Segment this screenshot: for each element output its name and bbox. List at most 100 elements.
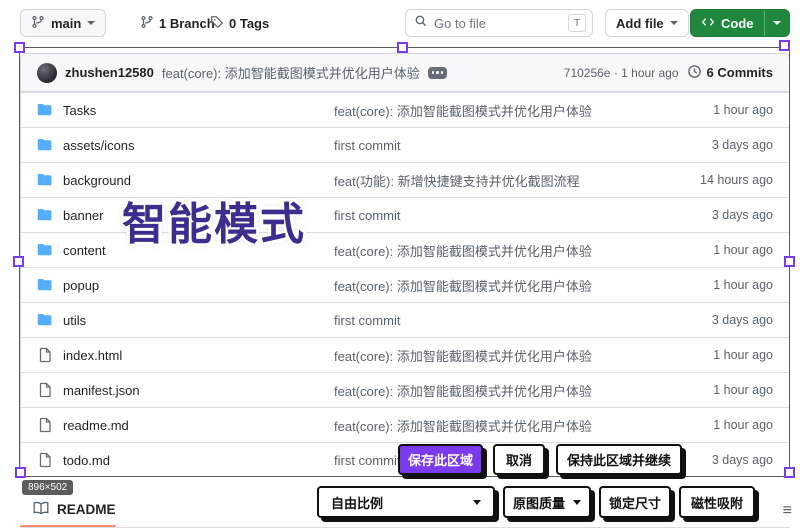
code-dropdown[interactable] [763, 10, 789, 36]
row-commit-message[interactable]: feat(功能): 新增快捷键支持并优化截图流程 [334, 171, 678, 190]
annotation-text: 智能模式 [122, 200, 306, 249]
commits-count-label: 6 Commits [706, 65, 773, 80]
file-name-link[interactable]: background [63, 173, 131, 188]
code-label: Code [721, 15, 754, 31]
file-icon [39, 417, 51, 433]
book-icon [33, 500, 49, 519]
folder-icon [37, 139, 52, 151]
tags-label: 0 Tags [229, 16, 270, 31]
chevron-down-icon [772, 21, 781, 25]
table-row[interactable]: popup feat(core): 添加智能截图模式并优化用户体验 1 hour… [21, 267, 789, 302]
selection-handle-left-middle[interactable] [13, 256, 24, 267]
outline-menu-icon[interactable]: ≡ [783, 502, 792, 520]
go-to-file-search[interactable]: T [405, 9, 593, 37]
code-button[interactable]: Code [690, 9, 790, 37]
cancel-button[interactable]: 取消 [493, 444, 545, 475]
row-commit-time: 1 hour ago [713, 348, 773, 362]
row-commit-message[interactable]: first commit [334, 138, 678, 153]
keyboard-shortcut-badge: T [568, 14, 586, 32]
row-commit-time: 3 days ago [711, 138, 773, 152]
image-quality-value: 原图质量 [512, 495, 565, 511]
row-commit-time: 1 hour ago [713, 278, 773, 292]
latest-commit-bar: zhushen12580 feat(core): 添加智能截图模式并优化用户体验… [21, 54, 789, 92]
folder-icon [37, 174, 52, 186]
row-commit-time: 3 days ago [711, 313, 773, 327]
selection-handle-bottom-right[interactable] [784, 467, 795, 478]
file-icon [39, 347, 51, 363]
lock-size-button[interactable]: 锁定尺寸 [599, 486, 671, 518]
commit-expand-ellipsis[interactable] [427, 66, 448, 79]
row-commit-time: 1 hour ago [713, 103, 773, 117]
chevron-down-icon [573, 499, 581, 505]
add-file-label: Add file [616, 15, 664, 31]
file-name-link[interactable]: banner [63, 208, 103, 223]
row-commit-message[interactable]: feat(core): 添加智能截图模式并优化用户体验 [334, 346, 678, 365]
row-commit-message[interactable]: feat(core): 添加智能截图模式并优化用户体验 [334, 416, 678, 435]
selection-handle-top-left[interactable] [14, 42, 25, 53]
git-branch-icon [31, 15, 45, 32]
file-name-link[interactable]: manifest.json [63, 383, 140, 398]
folder-icon [37, 279, 52, 291]
table-row[interactable]: utils first commit 3 days ago [21, 302, 789, 337]
row-commit-time: 3 days ago [711, 453, 773, 467]
selection-size-badge: 896×502 [22, 480, 74, 495]
row-commit-time: 1 hour ago [713, 383, 773, 397]
aspect-ratio-select[interactable]: 自由比例 [317, 486, 495, 518]
branches-link[interactable]: 1 Branch [140, 15, 215, 32]
commit-author-link[interactable]: zhushen12580 [65, 65, 154, 80]
file-icon [39, 452, 51, 468]
table-row[interactable]: readme.md feat(core): 添加智能截图模式并优化用户体验 1 … [21, 407, 789, 442]
file-name-link[interactable]: todo.md [63, 453, 110, 468]
file-table: zhushen12580 feat(core): 添加智能截图模式并优化用户体验… [20, 53, 790, 477]
file-name-link[interactable]: index.html [63, 348, 122, 363]
selection-handle-bottom-left[interactable] [15, 467, 26, 478]
aspect-ratio-value: 自由比例 [331, 495, 384, 511]
row-commit-time: 14 hours ago [700, 173, 773, 187]
folder-icon [37, 104, 52, 116]
row-commit-message[interactable]: first commit [334, 208, 678, 223]
file-name-link[interactable]: utils [63, 313, 86, 328]
selection-handle-top-middle[interactable] [397, 42, 408, 53]
branch-name: main [51, 15, 82, 31]
file-name-link[interactable]: assets/icons [63, 138, 135, 153]
file-name-link[interactable]: popup [63, 278, 99, 293]
code-icon [701, 15, 715, 32]
selection-handle-right-middle[interactable] [784, 256, 795, 267]
image-quality-select[interactable]: 原图质量 [503, 486, 591, 518]
row-commit-message[interactable]: first commit [334, 313, 678, 328]
folder-icon [37, 244, 52, 256]
table-row[interactable]: index.html feat(core): 添加智能截图模式并优化用户体验 1… [21, 337, 789, 372]
chevron-down-icon [473, 499, 481, 505]
commit-hash-time[interactable]: 710256e · 1 hour ago [564, 66, 679, 80]
repo-toolbar: main 1 Branch 0 Tags Go to file T Add fi… [0, 0, 800, 46]
table-row[interactable]: Tasks feat(core): 添加智能截图模式并优化用户体验 1 hour… [21, 92, 789, 127]
branch-selector-button[interactable]: main [20, 9, 107, 37]
file-name-link[interactable]: readme.md [63, 418, 129, 433]
history-clock-icon [687, 64, 702, 82]
add-file-button[interactable]: Add file [605, 9, 689, 37]
tab-readme[interactable]: README [33, 500, 116, 519]
row-commit-message[interactable]: feat(core): 添加智能截图模式并优化用户体验 [334, 241, 678, 260]
file-name-link[interactable]: content [63, 243, 106, 258]
divider [20, 527, 790, 528]
file-icon [39, 382, 51, 398]
chevron-down-icon [87, 21, 96, 25]
avatar[interactable] [37, 62, 57, 83]
row-commit-message[interactable]: feat(core): 添加智能截图模式并优化用户体验 [334, 276, 678, 295]
branches-label: 1 Branch [159, 16, 215, 31]
table-row[interactable]: manifest.json feat(core): 添加智能截图模式并优化用户体… [21, 372, 789, 407]
commit-message-link[interactable]: feat(core): 添加智能截图模式并优化用户体验 [162, 63, 420, 82]
save-region-button[interactable]: 保存此区域 [398, 444, 483, 475]
file-name-link[interactable]: Tasks [63, 103, 96, 118]
row-commit-message[interactable]: feat(core): 添加智能截图模式并优化用户体验 [334, 101, 678, 120]
table-row[interactable]: assets/icons first commit 3 days ago [21, 127, 789, 162]
magnetic-snap-button[interactable]: 磁性吸附 [679, 486, 755, 518]
search-input[interactable] [434, 15, 568, 31]
row-commit-message[interactable]: feat(core): 添加智能截图模式并优化用户体验 [334, 381, 678, 400]
readme-label: README [57, 502, 116, 517]
tags-link[interactable]: 0 Tags [210, 15, 269, 32]
keep-region-continue-button[interactable]: 保持此区域并继续 [556, 444, 682, 475]
selection-handle-top-right[interactable] [779, 40, 790, 51]
folder-icon [37, 314, 52, 326]
commits-history-link[interactable]: 6 Commits [687, 64, 773, 82]
